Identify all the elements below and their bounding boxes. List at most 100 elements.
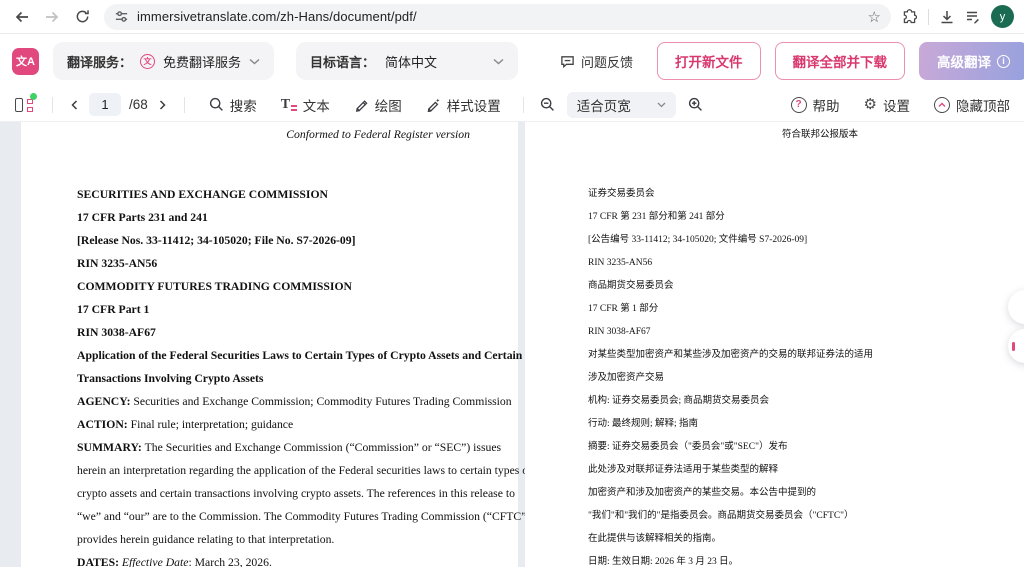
style-settings-button[interactable]: 样式设置	[426, 95, 501, 115]
zoom-out-icon[interactable]	[540, 97, 555, 112]
text-tool-button[interactable]: T 文本	[281, 95, 330, 115]
reload-icon[interactable]	[70, 5, 94, 29]
doc-line-text: 日期: 生效日期: 2026 年 3 月 23 日。	[588, 557, 738, 567]
toolbar-right-actions: ? 帮助 ⚙ 设置 隐藏顶部	[791, 95, 1010, 115]
doc-line-text: [公告编号 33-11412; 34-105020; 文件编号 S7-2026-…	[588, 235, 807, 245]
chevron-down-icon	[249, 58, 260, 65]
site-info-icon[interactable]	[114, 9, 129, 24]
page-number-input[interactable]	[89, 93, 121, 116]
download-icon[interactable]	[939, 9, 955, 25]
translated-page: 符合联邦公报版本 证券交易委员会 17 CFR 第 231 部分和第 241 部…	[525, 122, 1024, 567]
service-value: 免费翻译服务	[163, 52, 241, 71]
doc-line: provides herein guidance relating to tha…	[77, 528, 494, 551]
target-language-dropdown[interactable]: 目标语言： 简体中文	[296, 42, 518, 80]
url-text[interactable]: immersivetranslate.com/zh-Hans/document/…	[137, 9, 860, 24]
profile-avatar[interactable]: y	[991, 5, 1014, 28]
address-bar[interactable]: immersivetranslate.com/zh-Hans/document/…	[104, 4, 891, 30]
text-tool-label: 文本	[303, 95, 330, 115]
style-settings-label: 样式设置	[447, 95, 501, 115]
browser-actions: y	[901, 5, 1014, 28]
hide-top-label: 隐藏顶部	[956, 95, 1010, 115]
doc-line-text: Securities and Exchange Commission; Comm…	[133, 395, 511, 408]
browser-toolbar: immersivetranslate.com/zh-Hans/document/…	[0, 0, 1024, 34]
divider	[52, 97, 53, 113]
back-icon[interactable]	[10, 5, 34, 29]
reading-list-icon[interactable]	[965, 9, 981, 25]
settings-button[interactable]: ⚙ 设置	[864, 95, 910, 115]
doc-line: 行动: 最终规则; 解释; 指南	[588, 413, 1010, 436]
bookmark-star-icon[interactable]: ☆	[868, 8, 881, 26]
doc-line-text: 商品期货交易委员会	[588, 281, 674, 291]
doc-line-text: 证券交易委员会	[588, 189, 655, 199]
pink-indicator	[1012, 342, 1015, 351]
free-service-icon: 文	[140, 54, 155, 69]
app-header: 文A 翻译服务： 文 免费翻译服务 目标语言： 简体中文 问题反馈 打开新文件 …	[0, 34, 1024, 88]
doc-line: SECURITIES AND EXCHANGE COMMISSION	[77, 183, 494, 206]
help-button[interactable]: ? 帮助	[791, 95, 840, 115]
notification-dot	[30, 93, 37, 100]
extensions-icon[interactable]	[901, 8, 918, 25]
doc-line: "我们"和"我们的"是指委员会。商品期货交易委员会（"CFTC"）	[588, 505, 1010, 528]
thumbnail-panel-toggle[interactable]	[14, 96, 36, 114]
page-navigator: /68	[69, 93, 168, 116]
prev-page-icon[interactable]	[69, 99, 81, 111]
doc-line: 证券交易委员会	[588, 183, 1010, 206]
doc-line: crypto assets and certain transactions i…	[77, 482, 494, 505]
feedback-link[interactable]: 问题反馈	[560, 52, 633, 71]
open-new-file-button[interactable]: 打开新文件	[657, 42, 761, 80]
doc-line-text: 机构: 证券交易委员会; 商品期货交易委员会	[588, 396, 769, 406]
doc-line-bold: Application of the Federal Securities La…	[77, 349, 522, 362]
translated-text-block: 证券交易委员会 17 CFR 第 231 部分和第 241 部分 [公告编号 3…	[525, 183, 1024, 567]
chevron-down-icon	[493, 58, 504, 65]
floating-action-button[interactable]	[1008, 290, 1024, 324]
doc-line: 涉及加密资产交易	[588, 367, 1010, 390]
hide-top-button[interactable]: 隐藏顶部	[934, 95, 1010, 115]
doc-line-text: RIN 3038-AF67	[588, 327, 651, 337]
doc-line: RIN 3235-AN56	[588, 252, 1010, 275]
style-pen-icon	[426, 97, 441, 112]
translation-service-dropdown[interactable]: 翻译服务： 文 免费翻译服务	[53, 42, 274, 80]
doc-line-text: crypto assets and certain transactions i…	[77, 487, 515, 500]
doc-line-italic: Effective Date	[122, 556, 189, 567]
immersive-translate-logo-icon: 文A	[12, 48, 39, 75]
chevron-down-icon	[657, 102, 666, 108]
thumb-square-icon	[27, 107, 33, 112]
doc-line-bold: ACTION:	[77, 418, 131, 431]
doc-line: 日期: 生效日期: 2026 年 3 月 23 日。	[588, 551, 1010, 567]
zoom-mode-dropdown[interactable]: 适合页宽	[567, 92, 676, 118]
doc-line-bold: RIN 3235-AN56	[77, 257, 157, 270]
doc-line-bold: SECURITIES AND EXCHANGE COMMISSION	[77, 188, 328, 201]
doc-line: COMMODITY FUTURES TRADING COMMISSION	[77, 275, 494, 298]
doc-line: SUMMARY: The Securities and Exchange Com…	[77, 436, 494, 459]
pro-translate-label: 高级翻译	[937, 51, 991, 71]
doc-line: RIN 3235-AN56	[77, 252, 494, 275]
doc-line-text: The Securities and Exchange Commission (…	[145, 441, 501, 454]
doc-line: Application of the Federal Securities La…	[77, 344, 494, 367]
doc-line: [公告编号 33-11412; 34-105020; 文件编号 S7-2026-…	[588, 229, 1010, 252]
next-page-icon[interactable]	[156, 99, 168, 111]
floating-action-button[interactable]	[1008, 329, 1024, 363]
doc-line-bold: SUMMARY:	[77, 441, 145, 454]
doc-line-bold: COMMODITY FUTURES TRADING COMMISSION	[77, 280, 352, 293]
doc-line: AGENCY: Securities and Exchange Commissi…	[77, 390, 494, 413]
doc-line-text: 行动: 最终规则; 解释; 指南	[588, 419, 698, 429]
draw-tool-button[interactable]: 绘图	[354, 95, 402, 115]
doc-line: DATES: Effective Date: March 23, 2026.	[77, 551, 494, 567]
original-page: Conformed to Federal Register version SE…	[21, 122, 518, 567]
doc-line-bold: [Release Nos. 33-11412; 34-105020; File …	[77, 234, 356, 247]
original-text-block: SECURITIES AND EXCHANGE COMMISSION 17 CF…	[21, 183, 518, 567]
translate-all-download-button[interactable]: 翻译全部并下载	[775, 42, 906, 80]
target-language-value: 简体中文	[385, 52, 437, 71]
settings-label: 设置	[883, 95, 910, 115]
zoom-in-icon[interactable]	[688, 97, 703, 112]
help-label: 帮助	[813, 95, 840, 115]
forward-icon[interactable]	[40, 5, 64, 29]
pro-translate-button[interactable]: 高级翻译 i	[919, 42, 1024, 80]
doc-line: 商品期货交易委员会	[588, 275, 1010, 298]
doc-line-text: provides herein guidance relating to tha…	[77, 533, 334, 546]
service-label: 翻译服务：	[67, 52, 132, 71]
doc-line: 对某些类型加密资产和某些涉及加密资产的交易的联邦证券法的适用	[588, 344, 1010, 367]
search-button[interactable]: 搜索	[209, 95, 257, 115]
doc-line-text: RIN 3235-AN56	[588, 258, 652, 268]
doc-line: 机构: 证券交易委员会; 商品期货交易委员会	[588, 390, 1010, 413]
